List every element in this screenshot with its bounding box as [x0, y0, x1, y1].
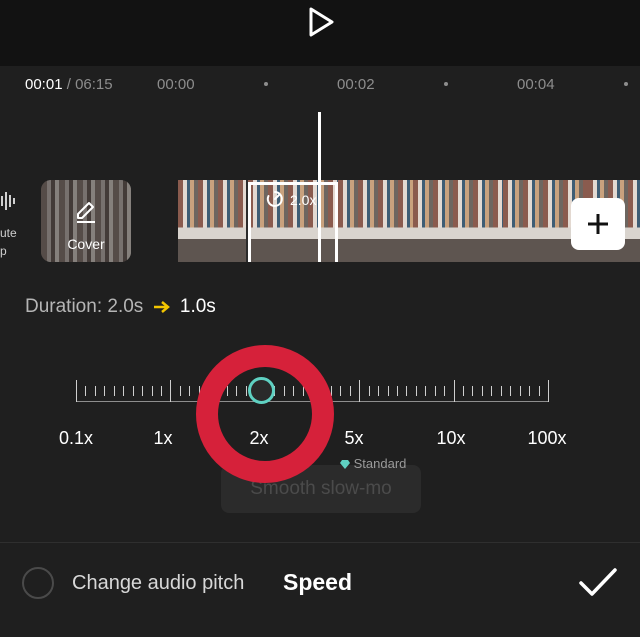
minor-tick [425, 386, 426, 396]
total-time: 06:15 [75, 76, 113, 93]
duration-from: 2.0s [107, 296, 144, 317]
minor-tick [416, 386, 417, 396]
minor-tick [388, 386, 389, 396]
audio-pitch-label[interactable]: Change audio pitch [72, 572, 244, 595]
clip-frame [413, 180, 503, 262]
duration-label: Duration: [25, 296, 103, 317]
minor-tick [340, 386, 341, 396]
major-tick [170, 380, 171, 402]
ruler-dot [264, 82, 268, 86]
minor-tick [520, 386, 521, 396]
add-clip-button[interactable] [571, 198, 625, 250]
pencil-icon [77, 202, 95, 223]
checkmark-icon[interactable] [578, 566, 618, 600]
minor-tick [529, 386, 530, 396]
minor-tick [435, 386, 436, 396]
scale-label: 0.1x [58, 428, 94, 448]
cover-label: Cover [67, 236, 105, 252]
minor-tick [189, 386, 190, 396]
annotation-circle [196, 345, 334, 483]
minor-tick [510, 386, 511, 396]
minor-tick [472, 386, 473, 396]
arrow-right-icon [153, 301, 170, 313]
standard-badge-label: Standard [353, 456, 407, 471]
minor-tick [482, 386, 483, 396]
panel-title: Speed [283, 569, 353, 595]
cover-button[interactable]: Cover [41, 180, 131, 262]
scale-label: 1x [153, 428, 173, 448]
minor-tick [491, 386, 492, 396]
minor-tick [369, 386, 370, 396]
minor-tick [539, 386, 540, 396]
minor-tick [397, 386, 398, 396]
minor-tick [95, 386, 96, 396]
plus-icon [588, 214, 608, 234]
duration-readout: Duration: 2.0s 1.0s [25, 296, 216, 318]
audio-pitch-checkbox[interactable] [22, 567, 54, 599]
duration-to: 1.0s [179, 296, 216, 317]
minor-tick [152, 386, 153, 396]
scale-label: 100x [527, 428, 567, 448]
minor-tick [350, 386, 351, 396]
ruler-dot [444, 82, 448, 86]
minor-tick [463, 386, 464, 396]
audio-wave-icon[interactable] [0, 190, 16, 212]
play-icon[interactable] [306, 6, 336, 38]
clip-speed-badge: 2.0x [290, 192, 317, 208]
playhead[interactable] [318, 112, 321, 262]
ruler-dot [624, 82, 628, 86]
minor-tick [161, 386, 162, 396]
major-tick [548, 380, 549, 402]
ruler-label: 00:04 [517, 76, 555, 93]
standard-badge: Standard [340, 456, 406, 471]
mute-label-partial: p [0, 244, 7, 258]
minor-tick [378, 386, 379, 396]
ruler-label: 00:02 [337, 76, 375, 93]
current-time: 00:01 [25, 76, 63, 93]
major-tick [454, 380, 455, 402]
minor-tick [501, 386, 502, 396]
minor-tick [406, 386, 407, 396]
diamond-icon [340, 460, 350, 470]
major-tick [359, 380, 360, 402]
scale-label: 10x [436, 428, 466, 448]
minor-tick [104, 386, 105, 396]
ruler-label: 00:00 [157, 76, 195, 93]
minor-tick [180, 386, 181, 396]
minor-tick [444, 386, 445, 396]
minor-tick [85, 386, 86, 396]
scale-label: 5x [344, 428, 364, 448]
minor-tick [133, 386, 134, 396]
major-tick [76, 380, 77, 402]
time-separator: / [66, 76, 71, 93]
minor-tick [142, 386, 143, 396]
mute-label-partial: ute [0, 226, 17, 240]
speed-gauge-icon [266, 191, 283, 207]
minor-tick [123, 386, 124, 396]
timecode: 00:01 / 06:15 [25, 76, 113, 93]
minor-tick [114, 386, 115, 396]
